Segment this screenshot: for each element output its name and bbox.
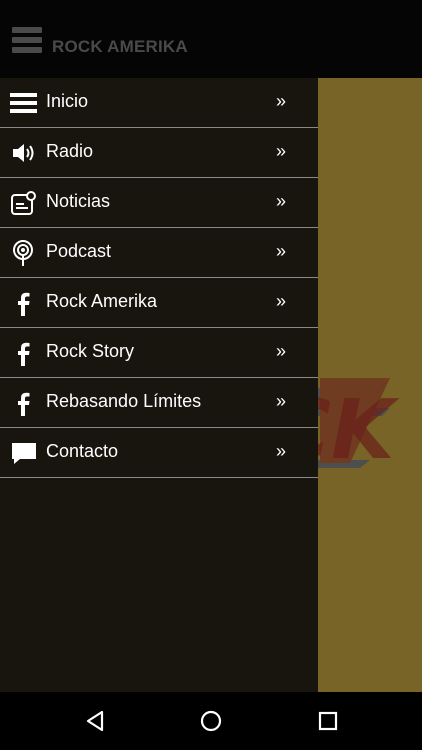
chevron-right-icon: » [275,341,286,361]
menu-item-label: Noticias [46,191,111,211]
chevron-right-icon: » [275,291,286,311]
menu-item-inicio[interactable]: Inicio » [0,78,318,128]
facebook-icon [18,292,30,316]
facebook-icon [18,392,30,416]
speaker-icon [13,144,34,162]
navigation-drawer: Inicio » Radio » Noticias » Podcast » Ro… [0,78,318,692]
menu-item-noticias[interactable]: Noticias » [0,178,318,228]
menu-item-podcast[interactable]: Podcast » [0,228,318,278]
menu-item-rebasando-limites[interactable]: Rebasando Límites » [0,378,318,428]
chat-icon [12,443,36,464]
menu-item-label: Contacto [46,441,119,461]
menu-item-contacto[interactable]: Contacto » [0,428,318,478]
chevron-right-icon: » [275,91,286,111]
app-title: ROCK AMERIKA [52,37,188,56]
chevron-right-icon: » [275,441,286,461]
menu-item-label: Rock Story [46,341,135,361]
news-icon [11,191,36,215]
app-bar: ROCK AMERIKA [0,0,422,78]
menu-item-rock-story[interactable]: Rock Story » [0,328,318,378]
recents-icon[interactable] [316,709,340,733]
podcast-icon [13,240,33,266]
chevron-right-icon: » [275,391,286,411]
menu-item-label: Rebasando Límites [46,391,202,411]
back-icon[interactable] [83,709,107,733]
menu-item-radio[interactable]: Radio » [0,128,318,178]
app-screen: ROCK ROCK AMERIKA Inicio » Radio [0,0,422,750]
facebook-icon [18,342,30,366]
menu-item-label: Podcast [46,241,112,261]
menu-item-label: Rock Amerika [46,291,158,311]
list-icon [10,93,37,113]
menu-item-label: Inicio [46,91,89,111]
chevron-right-icon: » [275,141,286,161]
home-icon[interactable] [199,709,223,733]
menu-item-label: Radio [46,141,94,161]
menu-item-rock-amerika[interactable]: Rock Amerika » [0,278,318,328]
chevron-right-icon: » [275,241,286,261]
hamburger-icon[interactable] [12,27,42,53]
system-navigation-bar [0,692,422,750]
chevron-right-icon: » [275,191,286,211]
